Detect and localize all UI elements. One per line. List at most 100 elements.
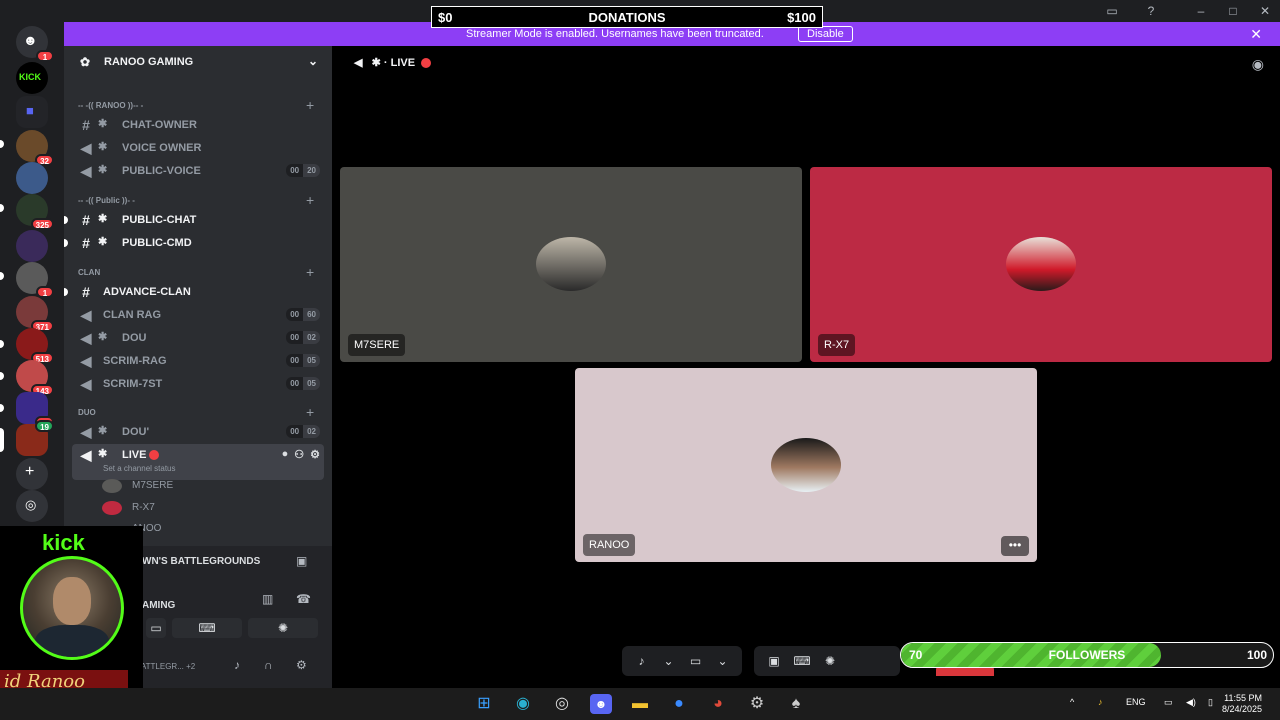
star-icon: ✱ xyxy=(98,236,108,248)
chevron-down-icon[interactable]: ⌄ xyxy=(655,654,682,668)
gear-icon[interactable]: ⚙ xyxy=(296,658,307,672)
volume-icon[interactable]: ◀) xyxy=(1186,697,1196,708)
channel-voice-owner[interactable]: ◀ ✱ VOICE OWNER xyxy=(72,137,324,159)
category-clan[interactable]: CLAN xyxy=(78,268,100,277)
headphones-icon[interactable]: ∩ xyxy=(264,658,273,672)
game-icon[interactable]: ♠ xyxy=(786,694,806,714)
server-icon-1[interactable]: 32 xyxy=(16,130,54,166)
language-indicator[interactable]: ENG xyxy=(1126,697,1146,707)
add-channel-icon[interactable]: + xyxy=(306,264,314,280)
channel-status[interactable]: Set a channel status xyxy=(103,464,176,473)
activity-icon[interactable]: ⌨ xyxy=(788,654,816,668)
channel-live[interactable]: ◀ ✱ LIVE Set a channel status ● ⚇ ⚙ xyxy=(72,444,324,480)
camera-off-icon[interactable]: ▭ xyxy=(682,654,709,668)
more-options-button[interactable]: ••• xyxy=(1001,536,1029,556)
chevron-down-icon[interactable]: ⌄ xyxy=(709,654,736,668)
hashtag-icon: # xyxy=(82,284,90,300)
screen-share-icon[interactable]: ▣ xyxy=(760,654,788,668)
discord-icon[interactable]: ☻ xyxy=(590,694,612,714)
followers-goal: 70 FOLLOWERS 100 xyxy=(900,642,1274,668)
home-button[interactable]: ☻ 1 xyxy=(16,26,54,62)
category-duo[interactable]: DUO xyxy=(78,408,96,417)
add-channel-icon[interactable]: + xyxy=(306,404,314,420)
obs-icon[interactable]: ◎ xyxy=(552,694,572,714)
voice-server-name: AMING xyxy=(142,600,176,611)
folder-icon[interactable]: ▬ xyxy=(630,694,650,714)
donations-widget: $0 DONATIONS $100 xyxy=(431,6,823,28)
star-icon: ✱ xyxy=(98,425,108,437)
server-icon-ranoo-gaming[interactable]: 19 xyxy=(16,420,54,456)
add-channel-icon[interactable]: + xyxy=(306,97,314,113)
discover-button[interactable]: ◎ xyxy=(16,490,48,522)
server-icon-2[interactable] xyxy=(16,162,48,194)
add-server-button[interactable]: + xyxy=(16,458,48,490)
edge-icon[interactable]: ◉ xyxy=(513,694,533,714)
folder-server[interactable]: ■ xyxy=(16,96,48,128)
channel-scrim-7st[interactable]: ◀ SCRIM-7ST 00 05 xyxy=(72,373,324,395)
channel-public-cmd[interactable]: # ✱ PUBLIC-CMD xyxy=(64,232,324,254)
unread-badge: 325 xyxy=(30,218,54,230)
clock-time: 11:55 PM xyxy=(1224,693,1262,703)
channel-chat-owner[interactable]: # ✱ CHAT-OWNER xyxy=(72,114,324,136)
inbox-icon[interactable]: ▭ xyxy=(1104,3,1120,19)
server-icon-7[interactable]: 513 xyxy=(16,328,54,364)
channel-dou-2[interactable]: ◀ ✱ DOU' 00 02 xyxy=(72,421,324,443)
server-icon-3[interactable]: 325 xyxy=(16,194,54,230)
network-icon[interactable]: ▭ xyxy=(1164,697,1173,708)
server-header[interactable]: ✿ RANOO GAMING ⌄ xyxy=(64,46,332,78)
unread-badge: 19 xyxy=(35,420,54,432)
server-icon-4[interactable] xyxy=(16,230,48,262)
banner-text: Streamer Mode is enabled. Usernames have… xyxy=(466,28,764,40)
microphone-tray-icon[interactable]: ♪ xyxy=(1098,697,1103,707)
channel-advance-clan[interactable]: # ADVANCE-CLAN xyxy=(64,281,324,303)
add-channel-icon[interactable]: + xyxy=(306,192,314,208)
maximize-button[interactable]: □ xyxy=(1218,2,1248,20)
close-icon[interactable]: ✕ xyxy=(1250,26,1262,43)
gear-icon[interactable]: ⚙ xyxy=(310,448,320,461)
video-tile-ranoo[interactable]: RANOO ••• xyxy=(575,368,1037,562)
server-indicator-active xyxy=(0,428,4,452)
server-indicator xyxy=(0,140,4,148)
hashtag-icon: # xyxy=(82,212,90,228)
help-icon[interactable]: ? xyxy=(1143,3,1159,19)
browser-icon[interactable]: ● xyxy=(669,694,689,714)
clock[interactable]: 11:55 PM 8/24/2025 xyxy=(1222,693,1262,715)
signal-icon[interactable]: ▥ xyxy=(262,592,273,606)
server-icon-5[interactable]: 1 xyxy=(16,262,54,298)
camera-button[interactable]: ▭ xyxy=(146,618,166,638)
channel-public-chat[interactable]: # ✱ PUBLIC-CHAT xyxy=(64,209,324,231)
unread-indicator xyxy=(64,288,68,296)
category-public[interactable]: -- -(( Public ))- - xyxy=(78,196,135,205)
chat-icon[interactable]: ● xyxy=(282,448,289,461)
chevron-up-icon[interactable]: ^ xyxy=(1070,697,1074,707)
steam-icon[interactable]: ⚙ xyxy=(747,694,767,714)
channel-clan-rag[interactable]: ◀ CLAN RAG 00 60 xyxy=(72,304,324,326)
chrome-icon[interactable]: ◕ xyxy=(708,694,728,714)
minimize-button[interactable]: – xyxy=(1186,2,1216,20)
soundboard-button[interactable]: ✺ xyxy=(248,618,318,638)
invite-icon[interactable]: ⚇ xyxy=(294,448,304,461)
microphone-icon[interactable]: ♪ xyxy=(628,654,655,668)
video-tile-rx7[interactable]: R-X7 xyxy=(810,167,1272,362)
microphone-icon[interactable]: ♪ xyxy=(234,658,240,672)
disconnect-icon[interactable]: ☎ xyxy=(296,592,311,606)
category-ranoo[interactable]: -- -(( RANOO ))-- - xyxy=(78,101,143,110)
app-root: ▭ ? – □ ✕ $0 DONATIONS $100 Streamer Mod… xyxy=(0,0,1280,720)
soundboard-icon[interactable]: ✺ xyxy=(816,654,844,668)
kick-server[interactable]: KICK xyxy=(16,62,48,94)
start-icon[interactable]: ⊞ xyxy=(474,694,494,714)
channel-label: PUBLIC-CMD xyxy=(122,237,192,249)
battery-icon[interactable]: ▯ xyxy=(1208,697,1213,708)
activity-button[interactable]: ⌨ xyxy=(172,618,242,638)
server-icon-8[interactable]: 143 xyxy=(16,360,54,396)
chat-icon[interactable]: ◉ xyxy=(1252,56,1264,73)
channel-public-voice[interactable]: ◀ ✱ PUBLIC-VOICE 00 20 xyxy=(72,160,324,182)
close-window-button[interactable]: ✕ xyxy=(1250,2,1280,20)
channel-scrim-rag[interactable]: ◀ SCRIM-RAG 00 05 xyxy=(72,350,324,372)
server-icon-6[interactable]: 371 xyxy=(16,296,54,332)
channel-dou[interactable]: ◀ ✱ DOU 00 02 xyxy=(72,327,324,349)
channel-label: SCRIM-RAG xyxy=(103,355,167,367)
video-tile-m7sere[interactable]: M7SERE xyxy=(340,167,802,362)
disable-streamer-mode-button[interactable]: Disable xyxy=(798,26,853,42)
activity-icon[interactable]: ▣ xyxy=(296,554,307,568)
